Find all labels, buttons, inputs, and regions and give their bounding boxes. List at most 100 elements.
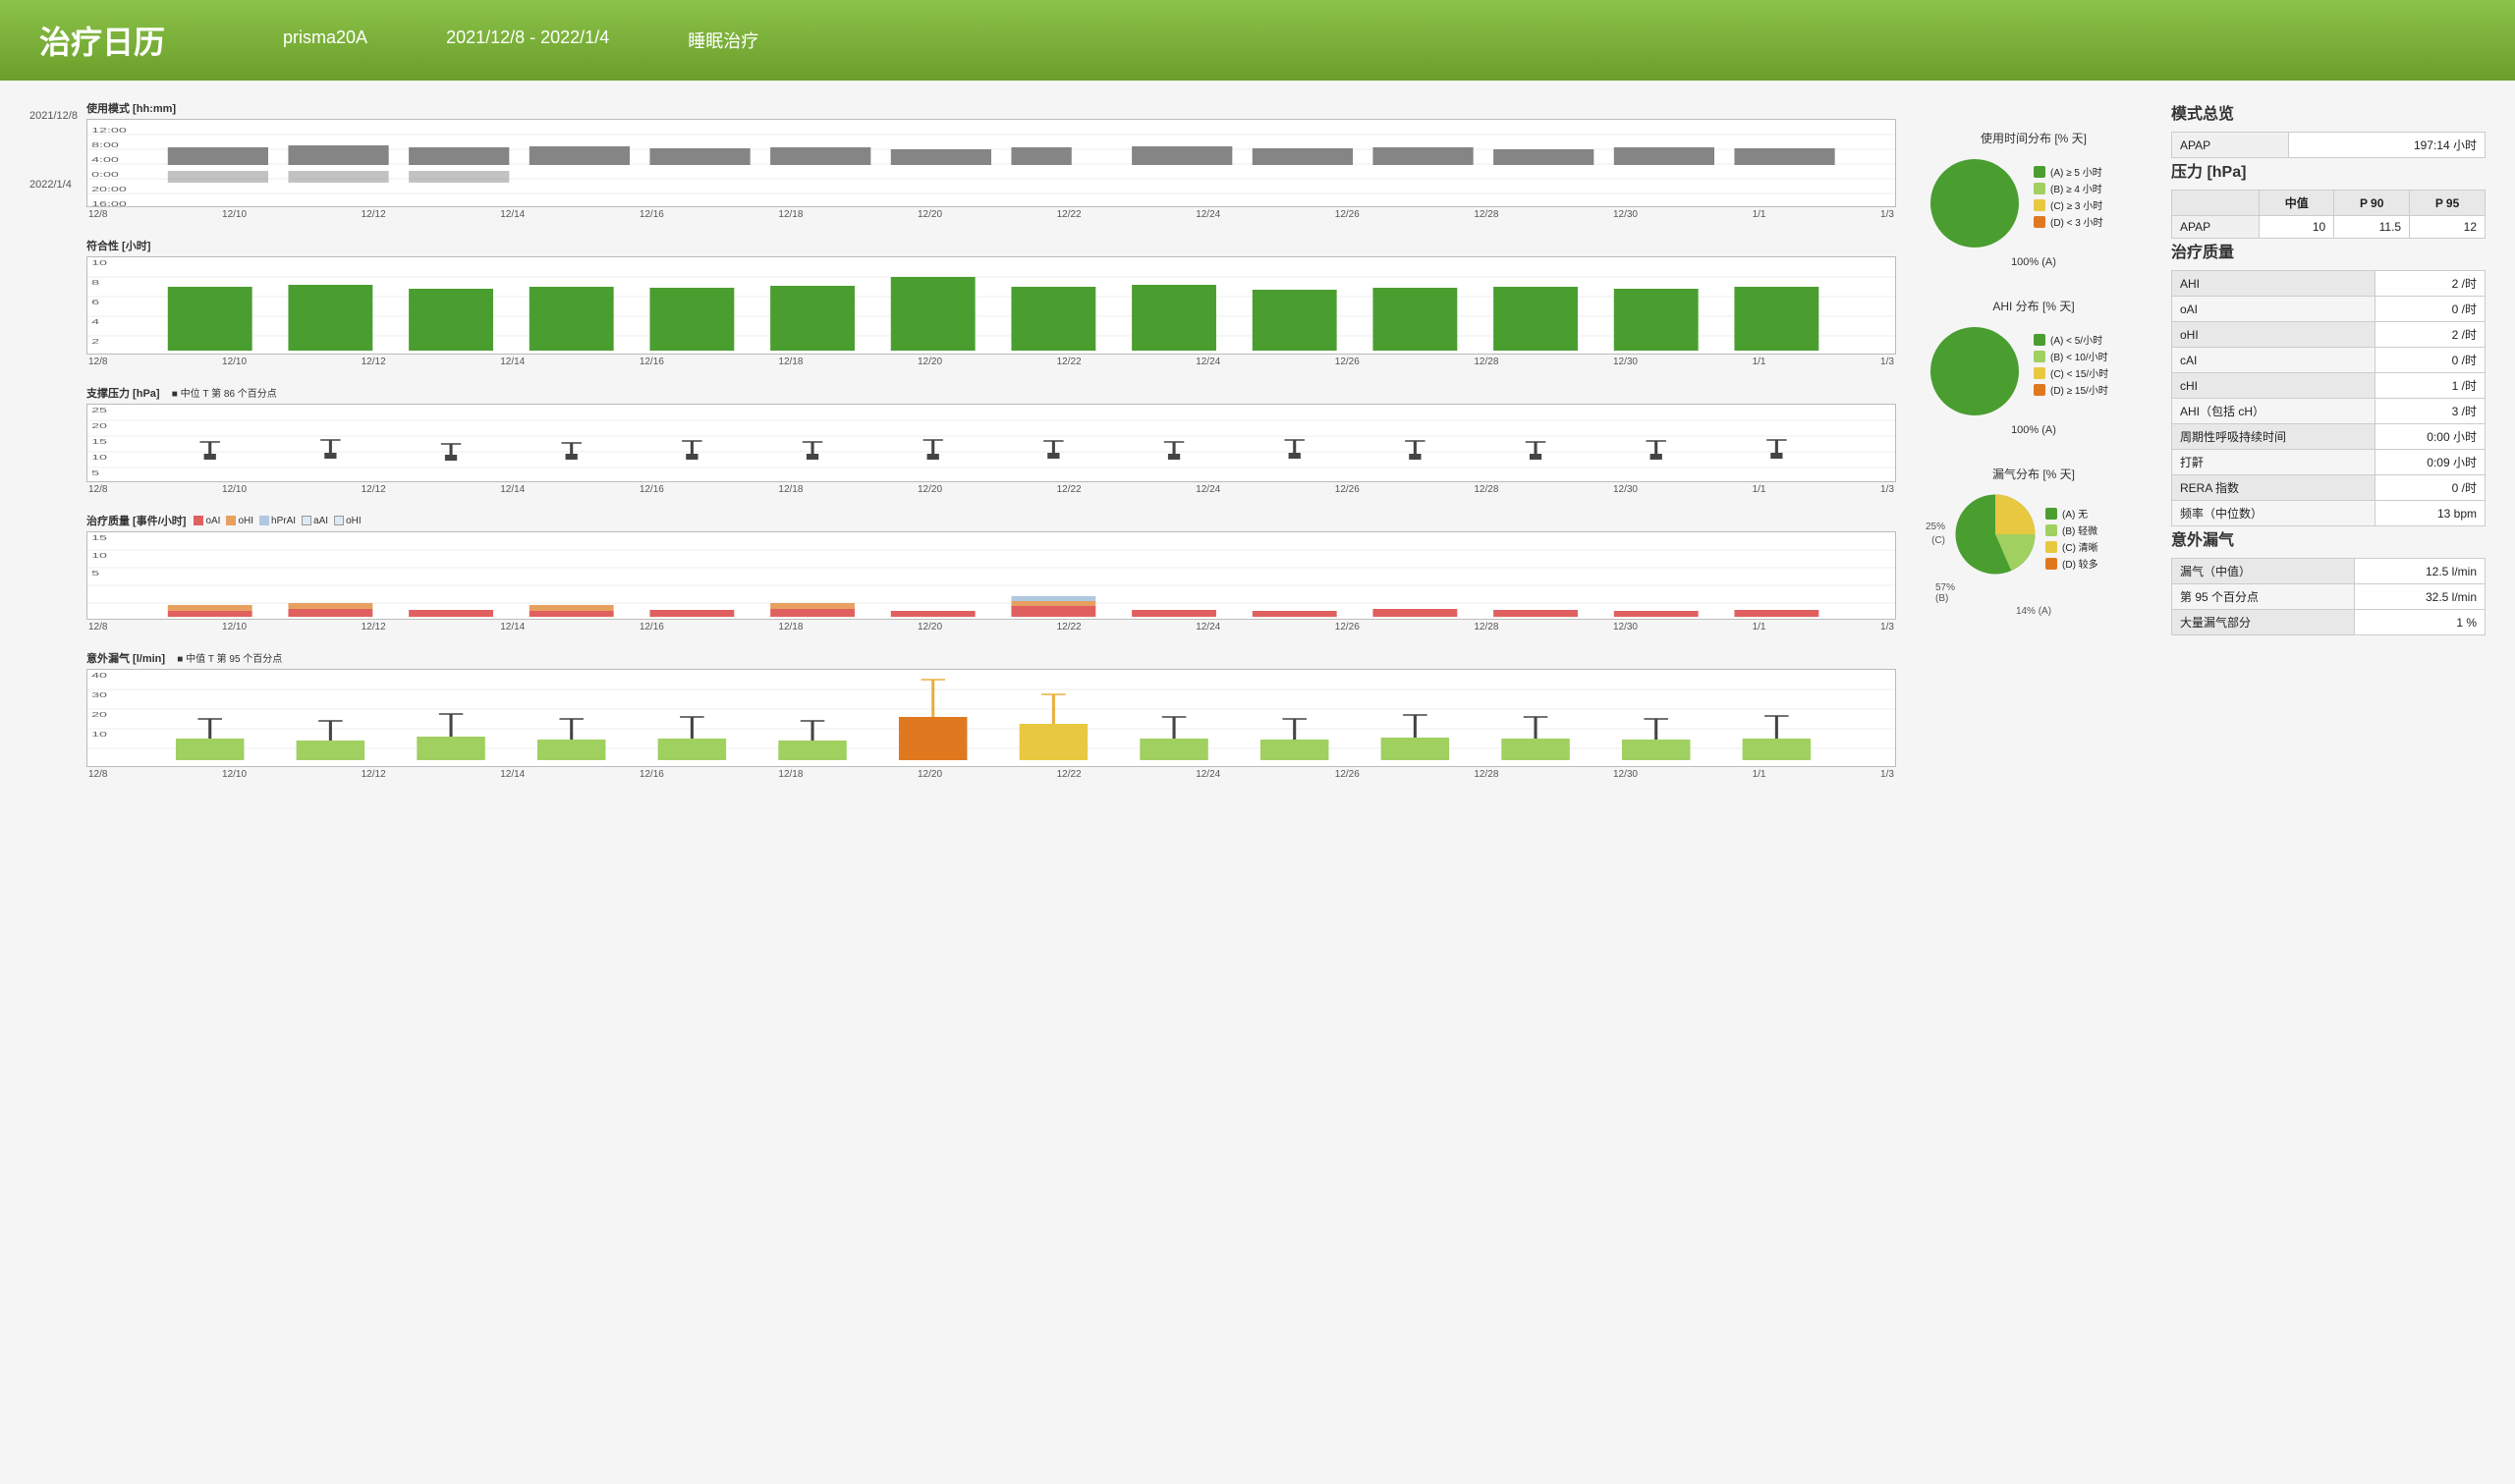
pie3-label-c: 25%(C) bbox=[1926, 521, 1945, 548]
leak-chart-section: 意外漏气 [l/min] ■ 中值 T 第 95 个百分点 40 30 bbox=[86, 650, 1896, 780]
unexpected-leak-title: 意外漏气 bbox=[2171, 526, 2486, 550]
mode-overview-title: 模式总览 bbox=[2171, 100, 2486, 124]
leak-row: 大量漏气部分1 % bbox=[2172, 610, 2486, 635]
compliance-label: 符合性 [小时] bbox=[86, 238, 1896, 253]
leak-label: 意外漏气 [l/min] ■ 中值 T 第 95 个百分点 bbox=[86, 650, 1896, 666]
pressure-label: 支撑压力 [hPa] ■ 中位 T 第 86 个百分点 bbox=[86, 385, 1896, 401]
svg-text:4:00: 4:00 bbox=[91, 156, 119, 163]
svg-text:20: 20 bbox=[91, 422, 107, 429]
unexpected-leak-section: 意外漏气 漏气（中值）12.5 l/min第 95 个百分点32.5 l/min… bbox=[2171, 526, 2486, 635]
svg-text:10: 10 bbox=[91, 731, 107, 738]
pressure-col-p90: P 90 bbox=[2334, 191, 2410, 216]
therapy-quality-row: 打鼾0:09 小时 bbox=[2172, 450, 2486, 475]
svg-text:20: 20 bbox=[91, 711, 107, 718]
pressure-row-median: 10 bbox=[2260, 216, 2334, 239]
pie1-bottom-label: 100% (A) bbox=[1926, 256, 2142, 268]
pie2-section: AHI 分布 [% 天] (A) < 5/小时 (B) < 10/小时 (C) … bbox=[1926, 298, 2142, 436]
svg-text:25: 25 bbox=[91, 407, 107, 413]
pressure-row-mode: APAP bbox=[2172, 216, 2260, 239]
pie2-legend: (A) < 5/小时 (B) < 10/小时 (C) < 15/小时 (D) ≥… bbox=[2034, 322, 2108, 399]
mode-overview-table: APAP 197:14 小时 bbox=[2171, 132, 2486, 158]
therapy-quality-row: cAI0 /时 bbox=[2172, 348, 2486, 373]
pressure-chart: 25 20 15 10 5 bbox=[86, 404, 1896, 482]
pie1-wrapper: (A) ≥ 5 小时 (B) ≥ 4 小时 (C) ≥ 3 小时 (D) < 3… bbox=[1926, 154, 2142, 252]
therapy-quality-row: 频率（中位数）13 bpm bbox=[2172, 501, 2486, 526]
pie1-title: 使用时间分布 [% 天] bbox=[1926, 130, 2142, 146]
unexpected-leak-table: 漏气（中值）12.5 l/min第 95 个百分点32.5 l/min大量漏气部… bbox=[2171, 558, 2486, 635]
pressure-section: 压力 [hPa] 中值 P 90 P 95 APAP 10 11.5 1 bbox=[2171, 158, 2486, 239]
svg-text:2: 2 bbox=[91, 338, 99, 345]
pie3-title: 漏气分布 [% 天] bbox=[1926, 466, 2142, 482]
therapy-quality-row: 周期性呼吸持续时间0:00 小时 bbox=[2172, 424, 2486, 450]
header: 治疗日历 prisma20A 2021/12/8 - 2022/1/4 睡眠治疗 bbox=[0, 0, 2515, 81]
middle-panel: 使用时间分布 [% 天] (A) ≥ 5 小时 (B) ≥ 4 小时 (C) ≥… bbox=[1926, 100, 2142, 797]
pie1-section: 使用时间分布 [% 天] (A) ≥ 5 小时 (B) ≥ 4 小时 (C) ≥… bbox=[1926, 130, 2142, 268]
pie3-label-57: 57%(B) bbox=[1935, 582, 1955, 604]
pie2-wrapper: (A) < 5/小时 (B) < 10/小时 (C) < 15/小时 (D) ≥… bbox=[1926, 322, 2142, 420]
compliance-x-axis: 12/812/1012/1212/1412/16 12/1812/2012/22… bbox=[86, 357, 1896, 367]
therapy-quality-row: cHI1 /时 bbox=[2172, 373, 2486, 399]
svg-text:8: 8 bbox=[91, 279, 99, 286]
pressure-chart-section: 支撑压力 [hPa] ■ 中位 T 第 86 个百分点 25 20 bbox=[86, 385, 1896, 495]
leak-row: 漏气（中值）12.5 l/min bbox=[2172, 559, 2486, 584]
therapy-quality-row: AHI2 /时 bbox=[2172, 271, 2486, 297]
usage-chart: 12:00 8:00 4:00 0:00 20:00 16:00 bbox=[86, 119, 1896, 207]
svg-text:8:00: 8:00 bbox=[91, 141, 119, 148]
svg-text:15: 15 bbox=[91, 534, 107, 541]
date-start: 2021/12/8 bbox=[29, 110, 79, 122]
header-date-range: 2021/12/8 - 2022/1/4 bbox=[446, 27, 609, 53]
left-panel: 2021/12/8 2022/1/4 使用模式 [hh:mm] bbox=[29, 100, 1896, 797]
svg-text:12:00: 12:00 bbox=[91, 127, 127, 134]
pressure-x-axis: 12/812/1012/1212/1412/16 12/1812/2012/22… bbox=[86, 484, 1896, 495]
usage-chart-section: 使用模式 [hh:mm] 12:00 8:00 4:00 bbox=[86, 100, 1896, 220]
svg-text:5: 5 bbox=[91, 469, 99, 476]
right-panel: 模式总览 APAP 197:14 小时 压力 [hPa] 中值 P 90 P 9… bbox=[2171, 100, 2486, 797]
pie3-legend: (A) 无 (B) 轻微 (C) 清晰 (D) 较多 bbox=[2045, 496, 2098, 573]
svg-text:10: 10 bbox=[91, 259, 107, 266]
pie3-section: 漏气分布 [% 天] 25%(C) bbox=[1926, 466, 2142, 617]
therapy-x-axis: 12/812/1012/1212/1412/16 12/1812/2012/22… bbox=[86, 622, 1896, 632]
pressure-row-p95: 12 bbox=[2410, 216, 2486, 239]
leak-sublabel: ■ 中值 T 第 95 个百分点 bbox=[177, 654, 282, 665]
therapy-quality-row: oAI0 /时 bbox=[2172, 297, 2486, 322]
therapy-chart: 15 10 5 bbox=[86, 531, 1896, 620]
pie3-label-14: 14% (A) bbox=[1926, 606, 2142, 617]
pressure-col-median: 中值 bbox=[2260, 191, 2334, 216]
svg-text:6: 6 bbox=[91, 299, 99, 305]
pressure-sublabel: ■ 中位 T 第 86 个百分点 bbox=[172, 389, 277, 400]
pie2-title: AHI 分布 [% 天] bbox=[1926, 298, 2142, 314]
date-end: 2022/1/4 bbox=[29, 179, 79, 191]
svg-text:15: 15 bbox=[91, 438, 107, 445]
pressure-title: 压力 [hPa] bbox=[2171, 158, 2486, 182]
mode-overview-row: APAP 197:14 小时 bbox=[2172, 133, 2486, 158]
therapy-quality-title: 治疗质量 bbox=[2171, 239, 2486, 262]
usage-label: 使用模式 [hh:mm] bbox=[86, 100, 1896, 116]
therapy-label: 治疗质量 [事件/小时] oAI oHI hPrAI aAI oHI bbox=[86, 513, 1896, 528]
therapy-quality-row: oHI2 /时 bbox=[2172, 322, 2486, 348]
header-mode: 睡眠治疗 bbox=[688, 27, 758, 53]
mode-hours: 197:14 小时 bbox=[2288, 133, 2485, 158]
leak-x-axis: 12/812/1012/1212/1412/16 12/1812/2012/22… bbox=[86, 769, 1896, 780]
compliance-chart: 10 8 6 4 2 bbox=[86, 256, 1896, 355]
pie1-legend: (A) ≥ 5 小时 (B) ≥ 4 小时 (C) ≥ 3 小时 (D) < 3… bbox=[2034, 154, 2103, 231]
therapy-quality-row: RERA 指数0 /时 bbox=[2172, 475, 2486, 501]
header-device: prisma20A bbox=[283, 27, 367, 53]
header-title: 治疗日历 bbox=[39, 18, 165, 63]
therapy-quality-section: 治疗质量 AHI2 /时oAI0 /时oHI2 /时cAI0 /时cHI1 /时… bbox=[2171, 239, 2486, 526]
leak-row: 第 95 个百分点32.5 l/min bbox=[2172, 584, 2486, 610]
svg-text:5: 5 bbox=[91, 570, 99, 577]
compliance-chart-section: 符合性 [小时] 10 8 6 4 bbox=[86, 238, 1896, 367]
mode-name: APAP bbox=[2172, 133, 2289, 158]
date-labels: 2021/12/8 2022/1/4 bbox=[29, 100, 79, 797]
usage-x-axis: 12/812/1012/1212/1412/16 12/1812/2012/22… bbox=[86, 209, 1896, 220]
therapy-chart-section: 治疗质量 [事件/小时] oAI oHI hPrAI aAI oHI bbox=[86, 513, 1896, 632]
svg-text:4: 4 bbox=[91, 318, 99, 325]
pie2-bottom-label: 100% (A) bbox=[1926, 424, 2142, 436]
therapy-quality-table: AHI2 /时oAI0 /时oHI2 /时cAI0 /时cHI1 /时AHI（包… bbox=[2171, 270, 2486, 526]
svg-text:20:00: 20:00 bbox=[91, 186, 127, 192]
pressure-row-p90: 11.5 bbox=[2334, 216, 2410, 239]
pressure-table: 中值 P 90 P 95 APAP 10 11.5 12 bbox=[2171, 190, 2486, 239]
mode-overview-section: 模式总览 APAP 197:14 小时 bbox=[2171, 100, 2486, 158]
svg-text:0:00: 0:00 bbox=[91, 171, 119, 178]
svg-text:40: 40 bbox=[91, 672, 107, 679]
